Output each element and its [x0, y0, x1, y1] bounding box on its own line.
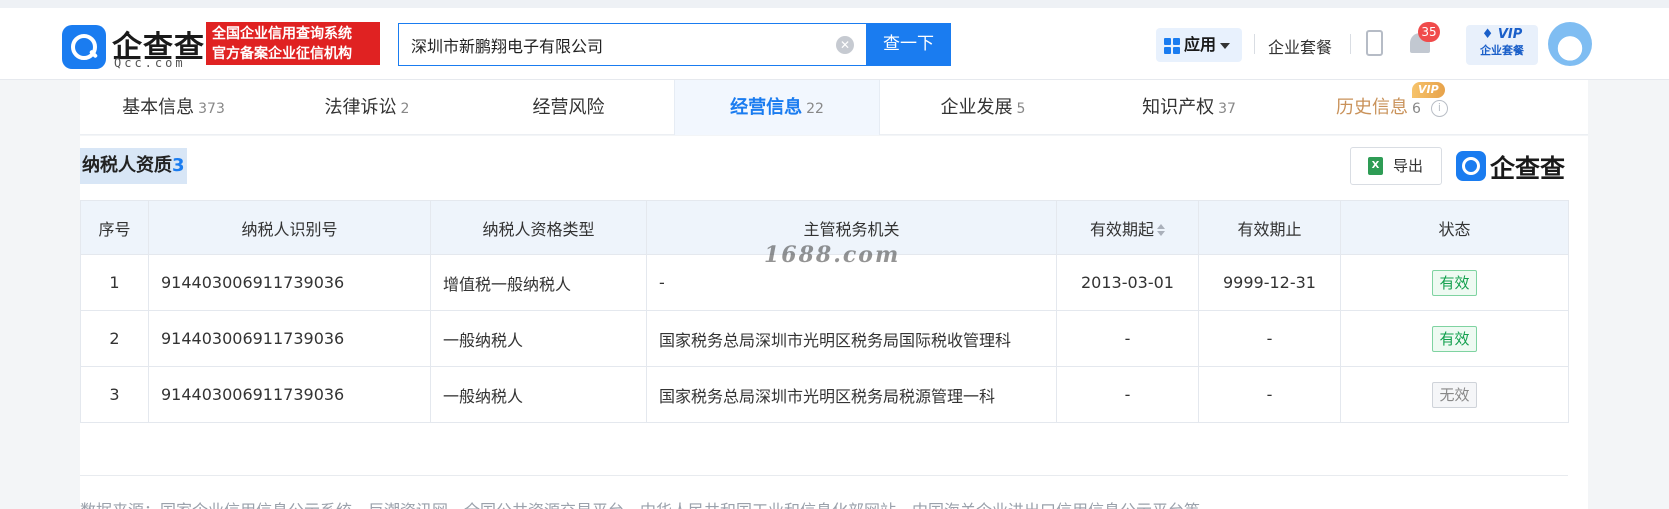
- qcc-logo-icon[interactable]: [62, 25, 106, 69]
- cell-index: 3: [80, 366, 149, 423]
- search-button[interactable]: 查一下: [866, 23, 951, 66]
- cell-index: 2: [80, 310, 149, 367]
- search-box: ✕: [398, 23, 866, 66]
- cell-status: 无效: [1340, 366, 1569, 423]
- tab-legal[interactable]: 法律诉讼 2: [267, 80, 467, 135]
- badge-line2: 官方备案企业征信机构: [212, 46, 352, 62]
- vip-button[interactable]: ♦ VIP 企业套餐: [1466, 25, 1538, 65]
- cell-tax-id: 914403006911739036: [148, 310, 431, 367]
- cell-qualification: 一般纳税人: [430, 310, 647, 367]
- taxpayer-table: 序号 纳税人识别号 纳税人资格类型 主管税务机关 有效期起 有效期止 状态 1 …: [80, 200, 1569, 423]
- official-badge: 全国企业信用查询系统 官方备案企业征信机构: [206, 22, 380, 65]
- tab-history[interactable]: 历史信息 6 i: [1292, 80, 1492, 135]
- cell-authority[interactable]: 国家税务总局深圳市光明区税务局税源管理一科: [646, 366, 1057, 423]
- browser-strip: [0, 0, 1669, 8]
- cell-valid-from: -: [1056, 366, 1199, 423]
- apps-grid-icon: [1164, 37, 1180, 54]
- status-badge: 无效: [1432, 381, 1477, 408]
- cell-qualification: 一般纳税人: [430, 366, 647, 423]
- notification-badge: 35: [1418, 22, 1440, 42]
- data-source-text: 数据来源：国家企业信用信息公示系统、巨潮资讯网、全国公共资源交易平台、中华人民共…: [80, 497, 1200, 509]
- section-title: 纳税人资质3: [80, 148, 187, 184]
- header-status: 状态: [1340, 200, 1569, 255]
- cell-valid-from: -: [1056, 310, 1199, 367]
- search-input[interactable]: [411, 32, 831, 58]
- tab-risk[interactable]: 经营风险: [467, 80, 674, 135]
- cell-status: 有效: [1340, 310, 1569, 367]
- header-valid-to: 有效期止: [1198, 200, 1341, 255]
- qcc-mini-logo-icon: [1456, 151, 1486, 181]
- package-link[interactable]: 企业套餐: [1268, 34, 1332, 58]
- tab-business-info[interactable]: 经营信息 22: [674, 80, 880, 135]
- table-row: 3 914403006911739036 一般纳税人 国家税务总局深圳市光明区税…: [80, 366, 1569, 423]
- brand-text: 企查查: [1490, 154, 1566, 183]
- header-tax-id: 纳税人识别号: [148, 200, 431, 255]
- logo-subtext: Qcc.com: [114, 56, 186, 70]
- cell-valid-to: 9999-12-31: [1198, 254, 1341, 311]
- mobile-icon[interactable]: [1366, 30, 1383, 56]
- divider: [80, 475, 1568, 476]
- clear-icon[interactable]: ✕: [836, 36, 854, 54]
- info-icon[interactable]: i: [1430, 99, 1448, 117]
- status-badge: 有效: [1432, 325, 1477, 352]
- vip-tag: VIP: [1412, 82, 1445, 98]
- sort-icon[interactable]: [1157, 224, 1165, 236]
- cell-valid-to: -: [1198, 310, 1341, 367]
- status-badge: 有效: [1432, 269, 1477, 296]
- avatar[interactable]: [1548, 22, 1592, 66]
- excel-icon: X: [1368, 157, 1383, 175]
- vip-label: ♦ VIP: [1481, 27, 1523, 42]
- cell-tax-id: 914403006911739036: [148, 366, 431, 423]
- apps-label: 应用: [1184, 35, 1217, 54]
- top-header: 企查查 Qcc.com 全国企业信用查询系统 官方备案企业征信机构 ✕ 查一下 …: [0, 0, 1669, 80]
- tab-development[interactable]: 企业发展 5: [880, 80, 1086, 135]
- divider: [1350, 34, 1351, 54]
- badge-line1: 全国企业信用查询系统: [212, 26, 352, 42]
- header-index: 序号: [80, 200, 149, 255]
- cell-valid-to: -: [1198, 366, 1341, 423]
- cell-index: 1: [80, 254, 149, 311]
- cell-qualification: 增值税一般纳税人: [430, 254, 647, 311]
- vip-package-label: 企业套餐: [1480, 44, 1524, 57]
- taxpayer-panel: 纳税人资质3 X 导出 企查查 序号 纳税人识别号 纳税人资格类型 主管税务机关…: [80, 136, 1588, 509]
- cell-authority[interactable]: 国家税务总局深圳市光明区税务局国际税收管理科: [646, 310, 1057, 367]
- header-qualification: 纳税人资格类型: [430, 200, 647, 255]
- export-label: 导出: [1393, 157, 1424, 175]
- cell-status: 有效: [1340, 254, 1569, 311]
- watermark: 1688.com: [764, 242, 901, 268]
- header-valid-from[interactable]: 有效期起: [1056, 200, 1199, 255]
- cell-tax-id: 914403006911739036: [148, 254, 431, 311]
- cell-valid-from: 2013-03-01: [1056, 254, 1199, 311]
- tab-basic-info[interactable]: 基本信息 373: [80, 80, 267, 135]
- tab-ip[interactable]: 知识产权 37: [1086, 80, 1292, 135]
- export-button[interactable]: X 导出: [1350, 147, 1442, 185]
- apps-menu-button[interactable]: 应用: [1156, 28, 1242, 62]
- table-row: 2 914403006911739036 一般纳税人 国家税务总局深圳市光明区税…: [80, 310, 1569, 367]
- section-tabs: 基本信息 373 法律诉讼 2 经营风险 经营信息 22 企业发展 5 知识产权 37 历…: [80, 80, 1588, 135]
- caret-down-icon: [1220, 42, 1231, 49]
- divider: [1254, 34, 1255, 54]
